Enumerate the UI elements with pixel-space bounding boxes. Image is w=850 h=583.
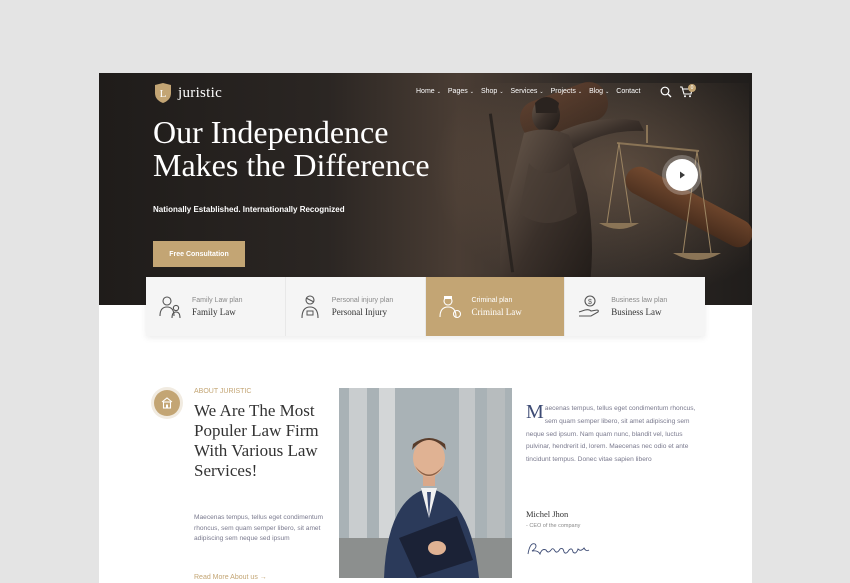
nav-blog[interactable]: Blog ⌄ bbox=[589, 88, 609, 95]
chevron-down-icon: ⌄ bbox=[577, 88, 583, 95]
nav-shop[interactable]: Shop ⌄ bbox=[481, 88, 504, 95]
dropcap-letter: M bbox=[526, 401, 544, 423]
handwritten-signature bbox=[527, 543, 590, 556]
service-card-criminal-law[interactable]: Criminal plan Criminal Law bbox=[425, 277, 566, 336]
cart-count-badge: 0 bbox=[688, 84, 696, 92]
chevron-down-icon: ⌄ bbox=[499, 88, 504, 95]
card-title: Family Law bbox=[192, 306, 236, 317]
nav-projects[interactable]: Projects ⌄ bbox=[551, 88, 583, 95]
search-icon[interactable] bbox=[660, 86, 672, 98]
hero-title: Our Independence Makes the Difference bbox=[153, 114, 430, 183]
about-text: Maecenas tempus, tellus eget condimentum… bbox=[194, 514, 324, 542]
hero-banner: L juristic Home ⌄ Pages ⌄ Shop ⌄ Services ⌄ … bbox=[99, 73, 752, 305]
logo[interactable]: L juristic bbox=[153, 82, 222, 104]
chevron-down-icon: ⌄ bbox=[539, 88, 544, 95]
play-video-button[interactable] bbox=[666, 159, 698, 191]
signatory-role: - CEO of the company bbox=[526, 523, 581, 529]
business-icon: $ bbox=[579, 294, 600, 317]
chevron-down-icon: ⌄ bbox=[436, 88, 441, 95]
quote-text: Maecenas tempus, tellus eget condimentum… bbox=[526, 401, 696, 464]
card-subtitle: Family Law plan bbox=[192, 296, 243, 304]
main-nav: Home ⌄ Pages ⌄ Shop ⌄ Services ⌄ Projects ⌄ B… bbox=[416, 88, 647, 95]
nav-pages[interactable]: Pages ⌄ bbox=[448, 88, 474, 95]
logo-letter: L bbox=[160, 88, 167, 100]
signatory-name: Michel Jhon bbox=[526, 509, 569, 519]
play-icon bbox=[680, 171, 685, 179]
brand-name: juristic bbox=[178, 84, 223, 101]
card-subtitle: Personal injury plan bbox=[331, 296, 394, 304]
hero-subtitle: Nationally Established. Internationally … bbox=[153, 205, 345, 214]
injury-icon bbox=[301, 294, 319, 318]
nav-contact[interactable]: Contact bbox=[616, 88, 640, 95]
svg-text:$: $ bbox=[588, 299, 592, 306]
card-title: Personal Injury bbox=[331, 306, 387, 317]
about-heading: We Are The Most Populer Law Firm With Va… bbox=[194, 401, 319, 480]
service-cards: Family Law plan Family Law Personal inju… bbox=[146, 277, 705, 336]
lady-justice-statue-image bbox=[488, 97, 721, 305]
card-subtitle: Criminal plan bbox=[471, 296, 513, 304]
family-icon bbox=[159, 295, 181, 318]
service-card-personal-injury[interactable]: Personal injury plan Personal Injury bbox=[285, 277, 426, 336]
chevron-down-icon: ⌄ bbox=[469, 88, 474, 95]
free-consultation-button[interactable]: Free Consultation bbox=[153, 241, 245, 267]
card-title: Criminal Law bbox=[471, 306, 522, 317]
shield-logo-icon: L bbox=[155, 83, 171, 103]
nav-home[interactable]: Home ⌄ bbox=[416, 88, 441, 95]
about-eyebrow: ABOUT JURISTIC bbox=[194, 388, 252, 395]
card-subtitle: Business law plan bbox=[611, 296, 668, 304]
criminal-icon bbox=[438, 295, 461, 318]
website-page: L juristic Home ⌄ Pages ⌄ Shop ⌄ Services ⌄ … bbox=[99, 73, 752, 583]
lawyer-photo bbox=[339, 388, 512, 578]
nav-services[interactable]: Services ⌄ bbox=[511, 88, 544, 95]
building-icon bbox=[161, 397, 173, 409]
card-title: Business Law bbox=[611, 306, 662, 317]
service-card-family-law[interactable]: Family Law plan Family Law bbox=[146, 277, 286, 336]
service-card-business-law[interactable]: $ Business law plan Business Law bbox=[565, 277, 705, 336]
about-badge bbox=[154, 390, 180, 416]
read-more-link[interactable]: Read More About us → bbox=[194, 574, 267, 581]
chevron-down-icon: ⌄ bbox=[605, 88, 610, 95]
